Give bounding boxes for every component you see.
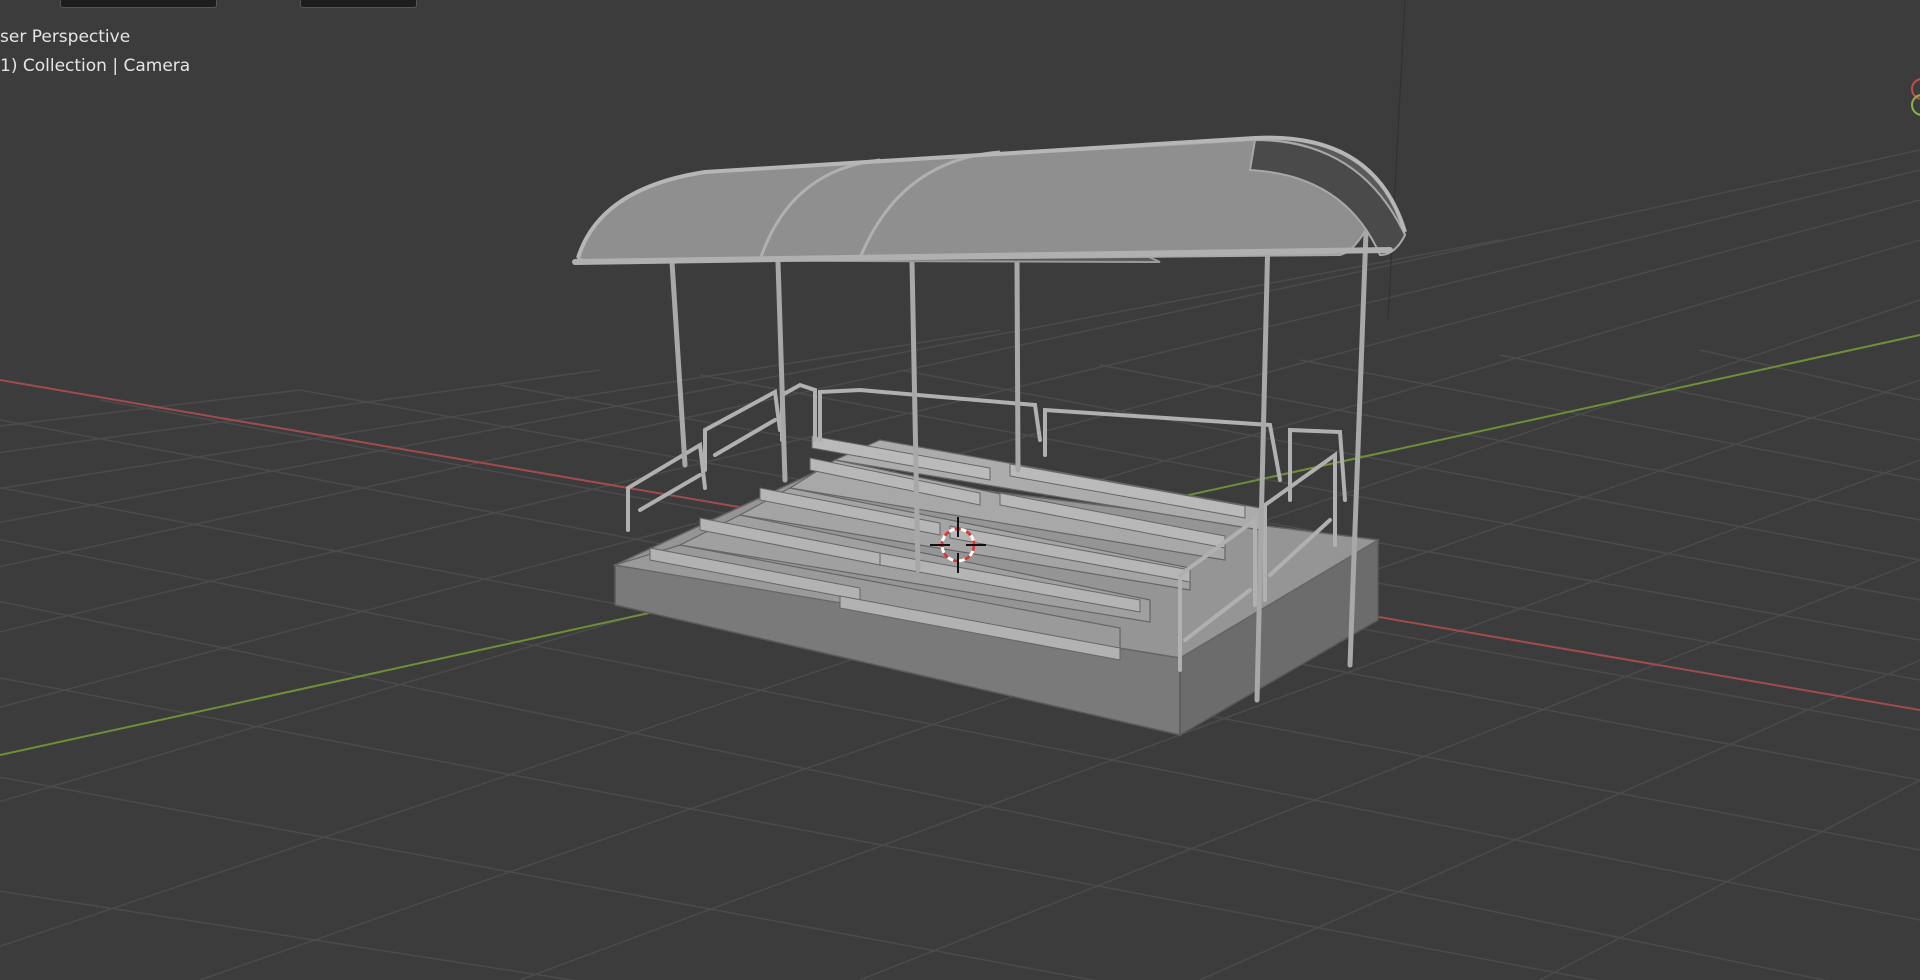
region-edge	[1387, 0, 1406, 321]
view-perspective-label: ser Perspective	[0, 27, 131, 47]
bleacher-model[interactable]	[572, 135, 1407, 737]
active-collection-label: 1) Collection | Camera	[0, 56, 191, 76]
navigation-gizmo-icon[interactable]	[1908, 75, 1920, 123]
scene-canvas[interactable]	[0, 0, 1920, 980]
3d-viewport[interactable]: ser Perspective 1) Collection | Camera	[0, 0, 1920, 980]
